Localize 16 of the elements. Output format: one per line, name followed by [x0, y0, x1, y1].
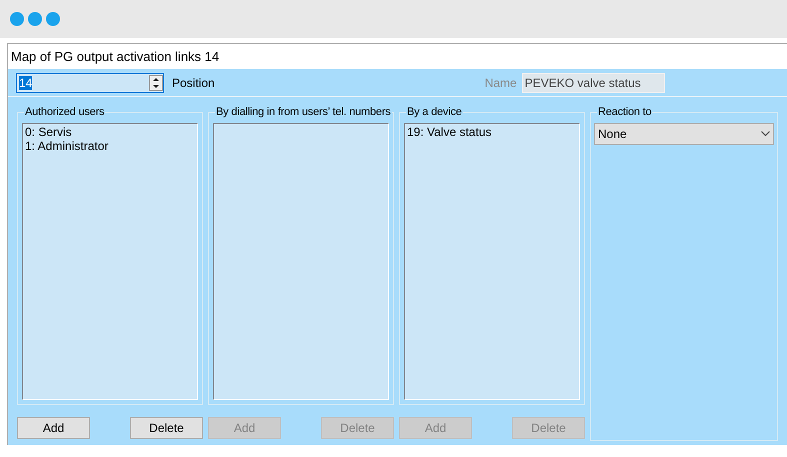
spinner-arrows-icon[interactable] [149, 74, 163, 90]
name-label: Name [484, 74, 517, 92]
list-box[interactable]: 0: Servis 1: Administrator [22, 123, 198, 400]
action-button[interactable]: Delete [130, 417, 203, 439]
list-item[interactable]: 0: Servis [25, 125, 195, 139]
window-title: Map of PG output activation links 14 [11, 48, 220, 66]
action-button[interactable]: Add [17, 417, 90, 439]
group-title: By a device [406, 104, 463, 120]
list-item[interactable]: 19: Valve status [407, 125, 577, 139]
position-spinner[interactable]: 14 [16, 72, 164, 92]
dropdown[interactable]: None [594, 123, 774, 145]
list-box[interactable]: 19: Valve status [404, 123, 580, 400]
position-label: Position [172, 74, 215, 92]
chevron-down-icon [761, 131, 770, 137]
group-title: By dialling in from users’ tel. numbers [215, 104, 392, 120]
list-item[interactable]: 1: Administrator [25, 139, 195, 153]
